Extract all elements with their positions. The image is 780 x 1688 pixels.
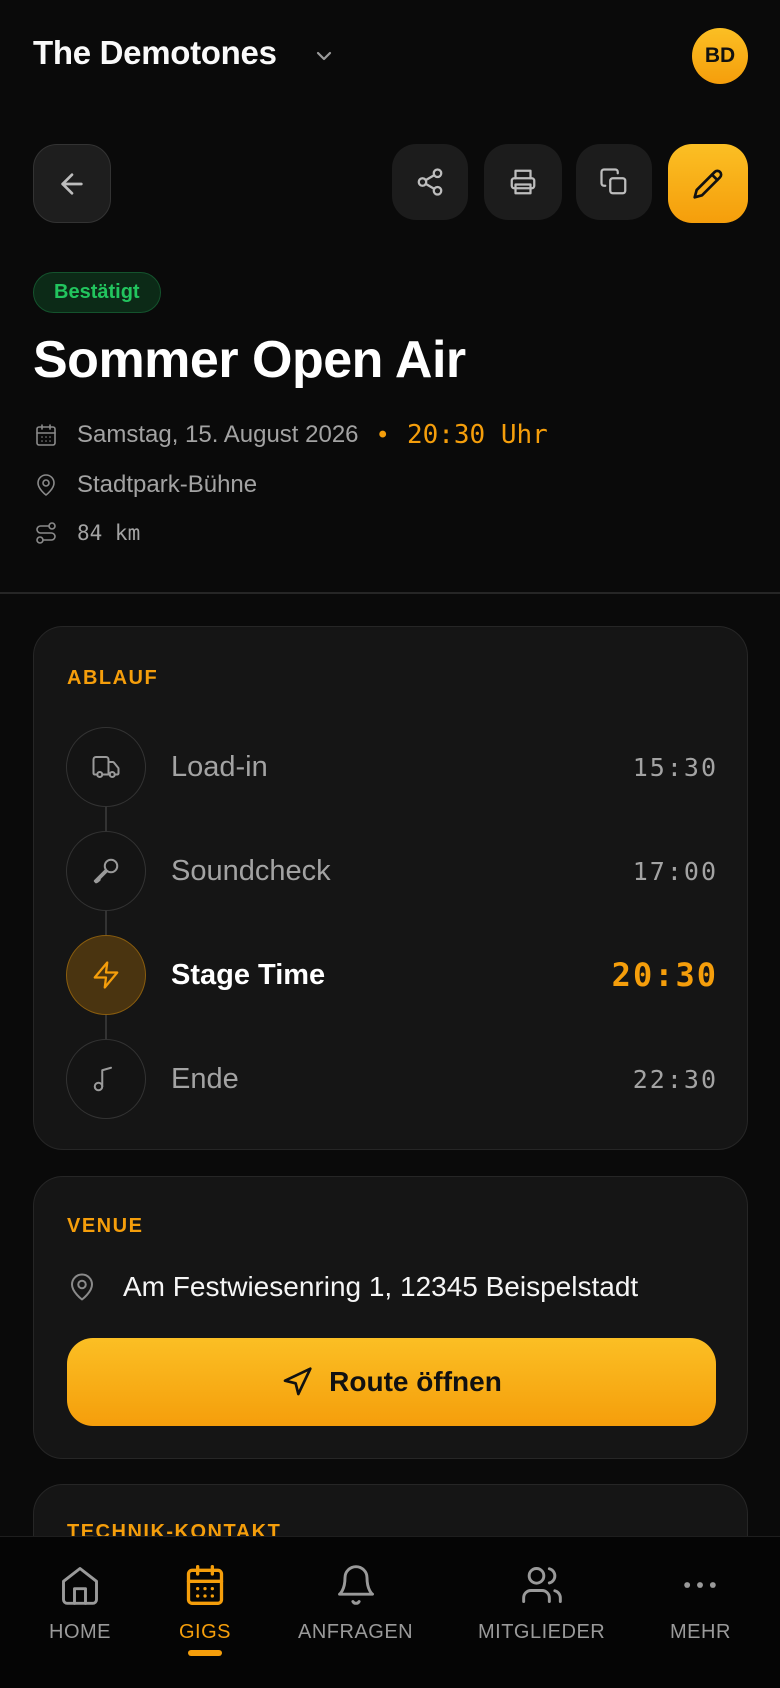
navigation-icon	[283, 1367, 312, 1396]
bell-icon	[337, 1565, 374, 1605]
duplicate-button[interactable]	[576, 144, 652, 220]
nav-home[interactable]: HOME	[49, 1563, 111, 1644]
truck-icon	[66, 727, 146, 807]
schedule-item-label: Ende	[171, 1062, 239, 1095]
route-icon	[33, 520, 59, 546]
map-pin-icon	[71, 1273, 93, 1301]
schedule-label: ABLAUF	[67, 667, 159, 689]
microphone-icon	[66, 831, 146, 911]
band-switcher-label[interactable]: The Demotones	[33, 34, 277, 72]
venue-label: VENUE	[67, 1215, 144, 1237]
schedule-item-time: 22:30	[632, 1064, 718, 1094]
page-title: Sommer Open Air	[33, 331, 466, 389]
gig-distance: 84 km	[77, 521, 141, 545]
top-bar: The Demotones BD	[0, 0, 780, 110]
share-button[interactable]	[392, 144, 468, 220]
home-icon	[62, 1567, 98, 1605]
calendar-icon	[33, 422, 59, 448]
schedule-item-time: 20:30	[611, 956, 718, 994]
schedule-item-soundcheck: Soundcheck 17:00	[66, 831, 718, 911]
open-route-label: Route öffnen	[329, 1366, 502, 1397]
edit-button[interactable]	[668, 144, 748, 223]
schedule-item-time: 15:30	[632, 752, 718, 782]
map-pin-icon	[33, 472, 59, 498]
schedule-item-label: Stage Time	[171, 958, 326, 991]
printer-icon	[510, 169, 536, 195]
gig-distance-row: 84 km	[33, 520, 140, 546]
avatar[interactable]: BD	[692, 28, 748, 84]
schedule-item-load-in: Load-in 15:30	[66, 727, 718, 807]
copy-icon	[600, 168, 627, 195]
venue-address-row: Am Festwiesenring 1, 12345 Beispelstadt	[67, 1271, 638, 1303]
share-icon	[417, 168, 443, 196]
nav-anfragen[interactable]: ANFRAGEN	[298, 1563, 413, 1644]
pencil-icon	[693, 169, 723, 199]
lightning-icon	[66, 935, 146, 1015]
gig-location: Stadtpark-Bühne	[77, 471, 258, 498]
back-button[interactable]	[33, 144, 111, 223]
arrow-left-icon	[61, 172, 83, 195]
divider	[0, 592, 780, 594]
calendar-icon	[186, 1565, 224, 1605]
gig-time: 20:30 Uhr	[406, 420, 548, 450]
gig-date: Samstag, 15. August 2026	[77, 421, 359, 448]
print-button[interactable]	[484, 144, 562, 220]
separator-dot: •	[378, 421, 387, 448]
nav-mehr-label: MEHR	[670, 1621, 731, 1643]
nav-mitglieder-label: MITGLIEDER	[478, 1621, 606, 1643]
timeline-line	[105, 777, 107, 1067]
more-icon	[684, 1582, 717, 1588]
music-note-icon	[66, 1039, 146, 1119]
gig-location-row: Stadtpark-Bühne	[33, 471, 257, 499]
schedule-item-label: Load-in	[171, 750, 268, 783]
users-icon	[521, 1567, 562, 1603]
schedule-card: ABLAUF Load-in 15:30 Soundcheck 17:00 St…	[33, 626, 748, 1150]
schedule-item-stage-time: Stage Time 20:30	[66, 935, 718, 1015]
status-badge: Bestätigt	[33, 272, 161, 313]
venue-card: VENUE Am Festwiesenring 1, 12345 Beispel…	[33, 1176, 748, 1459]
schedule-item-label: Soundcheck	[171, 854, 331, 887]
gig-date-row: Samstag, 15. August 2026 • 20:30 Uhr	[33, 420, 548, 450]
bottom-nav: HOME GIGS ANFRAGEN MITGLIEDER MEHR	[0, 1536, 780, 1688]
active-indicator	[188, 1650, 222, 1656]
nav-gigs-label: GIGS	[179, 1621, 232, 1643]
nav-mehr[interactable]: MEHR	[670, 1563, 731, 1644]
nav-home-label: HOME	[49, 1621, 111, 1643]
venue-address: Am Festwiesenring 1, 12345 Beispelstadt	[123, 1271, 639, 1302]
chevron-down-icon[interactable]	[312, 44, 336, 68]
schedule-item-ende: Ende 22:30	[66, 1039, 718, 1119]
nav-gigs[interactable]: GIGS	[179, 1563, 231, 1656]
nav-mitglieder[interactable]: MITGLIEDER	[478, 1563, 605, 1644]
schedule-item-time: 17:00	[632, 856, 718, 886]
nav-anfragen-label: ANFRAGEN	[298, 1621, 414, 1643]
open-route-button[interactable]: Route öffnen	[67, 1338, 716, 1426]
